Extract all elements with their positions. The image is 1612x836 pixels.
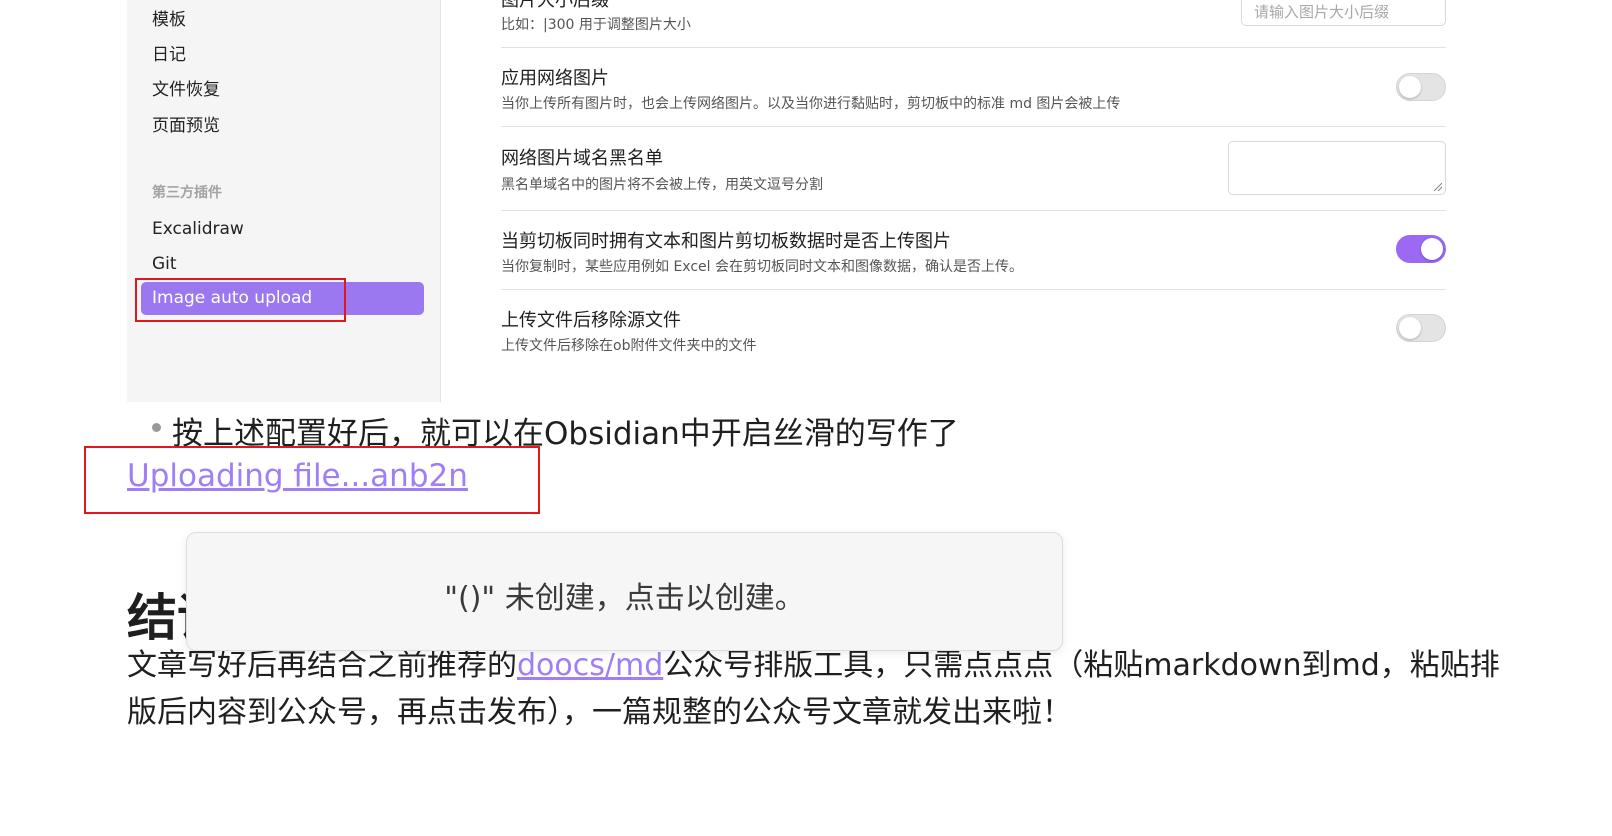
- highlight-box-sidebar: [135, 278, 346, 322]
- setting-title: 应用网络图片: [501, 68, 609, 89]
- setting-description: 当你复制时，某些应用例如 Excel 会在剪切板同时文本和图像数据，确认是否上传…: [501, 259, 1023, 275]
- sidebar-item-file-recovery[interactable]: 文件恢复: [152, 79, 220, 101]
- setting-description: 上传文件后移除在ob附件文件夹中的文件: [501, 338, 757, 354]
- setting-description: 黑名单域名中的图片将不会被上传，用英文逗号分割: [501, 177, 823, 193]
- sidebar-item-excalidraw[interactable]: Excalidraw: [152, 218, 244, 240]
- sidebar-item-templates[interactable]: 模板: [152, 9, 186, 31]
- sidebar-item-page-preview[interactable]: 页面预览: [152, 115, 220, 137]
- settings-screenshot: 模板 日记 文件恢复 页面预览 第三方插件 Excalidraw Git Ima…: [0, 0, 1612, 402]
- highlight-box-upload: [84, 446, 540, 514]
- plugin-settings-panel: 图片大小后缀 比如：|300 用于调整图片大小 应用网络图片 当你上传所有图片时…: [501, 0, 1446, 402]
- toggle-knob: [1421, 238, 1443, 260]
- conclusion-paragraph: 文章写好后再结合之前推荐的doocs/md公众号排版工具，只需点点点（粘贴mar…: [127, 642, 1507, 736]
- setting-title: 图片大小后缀: [501, 0, 609, 11]
- toast-message: "()" 未创建，点击以创建。: [444, 581, 805, 616]
- setting-title: 上传文件后移除源文件: [501, 310, 681, 331]
- divider: [501, 210, 1446, 211]
- setting-description: 当你上传所有图片时，也会上传网络图片。以及当你进行黏贴时，剪切板中的标准 md …: [501, 96, 1121, 112]
- setting-title: 网络图片域名黑名单: [501, 148, 663, 169]
- doocs-md-link[interactable]: doocs/md: [517, 648, 663, 683]
- image-size-suffix-input[interactable]: [1241, 0, 1446, 26]
- settings-sidebar: 模板 日记 文件恢复 页面预览 第三方插件 Excalidraw Git Ima…: [127, 0, 441, 402]
- paragraph-text: 文章写好后再结合之前推荐的: [127, 648, 517, 683]
- resize-grip-icon[interactable]: [1434, 183, 1442, 191]
- setting-description: 比如：|300 用于调整图片大小: [501, 17, 691, 33]
- toggle-knob: [1399, 317, 1421, 339]
- bullet-dot: [152, 423, 161, 432]
- delete-source-file-toggle[interactable]: [1396, 314, 1446, 342]
- divider: [501, 126, 1446, 127]
- apply-network-images-toggle[interactable]: [1396, 73, 1446, 101]
- setting-title: 当剪切板同时拥有文本和图片剪切板数据时是否上传图片: [501, 231, 951, 252]
- divider: [501, 289, 1446, 290]
- notice-toast[interactable]: "()" 未创建，点击以创建。: [186, 532, 1063, 651]
- sidebar-section-third-party: 第三方插件: [152, 185, 222, 201]
- domain-blacklist-textarea[interactable]: [1228, 141, 1446, 195]
- sidebar-item-daily-notes[interactable]: 日记: [152, 44, 186, 66]
- upload-text-and-image-toggle[interactable]: [1396, 235, 1446, 263]
- sidebar-item-git[interactable]: Git: [152, 253, 177, 275]
- toggle-knob: [1399, 76, 1421, 98]
- divider: [501, 47, 1446, 48]
